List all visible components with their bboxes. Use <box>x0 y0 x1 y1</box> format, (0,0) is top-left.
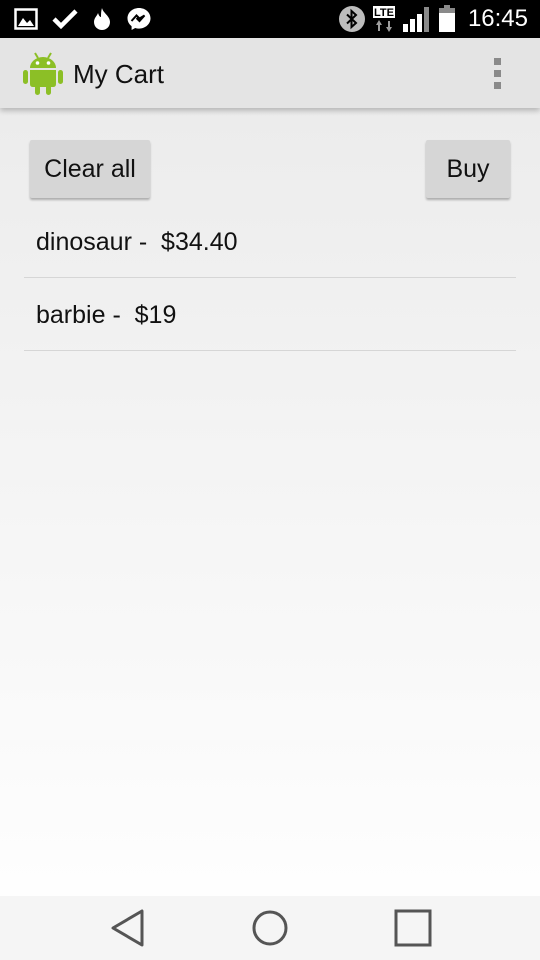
battery-icon <box>438 5 456 33</box>
lte-label: LTE <box>374 7 394 19</box>
gallery-icon <box>14 8 38 30</box>
menu-dot <box>494 58 501 65</box>
back-icon[interactable] <box>108 908 148 948</box>
home-icon[interactable] <box>250 908 290 948</box>
page-title: My Cart <box>73 59 164 89</box>
action-bar: My Cart <box>0 38 540 108</box>
list-item[interactable]: dinosaur - $34.40 <box>24 205 516 278</box>
system-icons: LTE 16:45 <box>338 4 528 34</box>
cart-item-label: dinosaur - $34.40 <box>36 228 238 256</box>
bluetooth-icon <box>338 5 366 33</box>
checkmark-icon <box>52 8 78 30</box>
buy-button[interactable]: Buy <box>426 140 510 198</box>
messenger-icon <box>126 7 152 31</box>
lte-icon: LTE <box>372 5 396 33</box>
status-bar: LTE 16:45 <box>0 0 540 38</box>
notification-icons <box>14 6 152 32</box>
signal-icon <box>402 5 432 33</box>
navigation-bar <box>0 896 540 960</box>
menu-dot <box>494 82 501 89</box>
flame-icon <box>92 7 112 31</box>
android-robot-icon <box>22 50 64 96</box>
cart-list: dinosaur - $34.40 barbie - $19 <box>24 205 516 351</box>
cart-content: Clear all Buy dinosaur - $34.40 barbie -… <box>0 108 540 896</box>
overflow-menu-icon[interactable] <box>486 56 510 90</box>
menu-dot <box>494 70 501 77</box>
clock: 16:45 <box>467 5 528 32</box>
recents-icon[interactable] <box>393 908 433 948</box>
list-item[interactable]: barbie - $19 <box>24 278 516 351</box>
clear-all-button[interactable]: Clear all <box>30 140 150 198</box>
cart-item-label: barbie - $19 <box>36 301 177 329</box>
